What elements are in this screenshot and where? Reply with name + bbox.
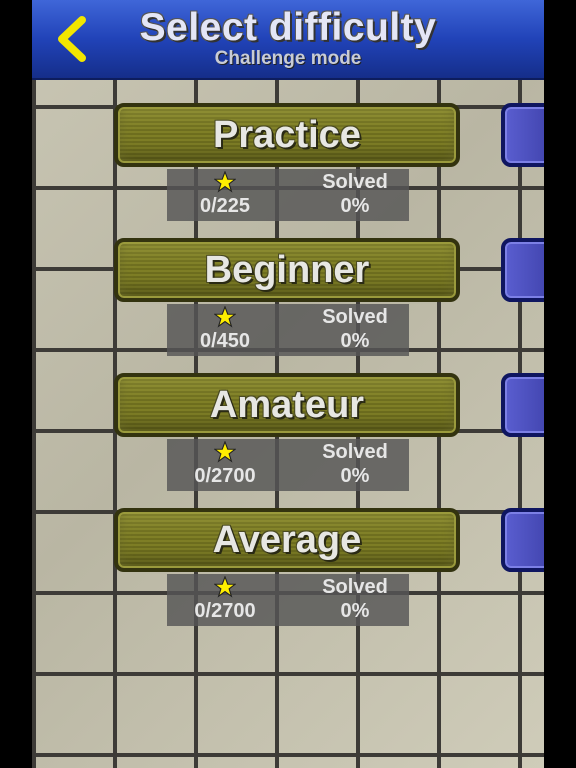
solved-percent: 0% bbox=[340, 600, 370, 622]
page-subtitle: Challenge mode bbox=[214, 48, 362, 69]
star-icon bbox=[214, 306, 236, 328]
solved-percent: 0% bbox=[340, 330, 370, 352]
average-button[interactable]: Average bbox=[114, 508, 460, 572]
stars-count: 0/2700 bbox=[194, 465, 256, 487]
level-stats: 0/2700 Solved 0% bbox=[167, 574, 409, 626]
stars-count: 0/2700 bbox=[194, 600, 256, 622]
level-row-beginner: Beginner 0/450 Solved 0% bbox=[32, 238, 544, 368]
amateur-side-button[interactable] bbox=[501, 373, 544, 437]
level-label: Amateur bbox=[209, 383, 365, 426]
star-icon bbox=[214, 441, 236, 463]
level-row-average: Average 0/2700 Solved 0% bbox=[32, 508, 544, 638]
star-icon bbox=[214, 576, 236, 598]
beginner-side-button[interactable] bbox=[501, 238, 544, 302]
level-label: Average bbox=[212, 518, 362, 561]
solved-label: Solved bbox=[322, 171, 388, 193]
level-label: Beginner bbox=[204, 248, 370, 291]
page-title: Select difficulty bbox=[139, 6, 437, 49]
average-side-button[interactable] bbox=[501, 508, 544, 572]
level-stats: 0/2700 Solved 0% bbox=[167, 439, 409, 491]
level-row-practice: Practice 0/225 Solved 0% bbox=[32, 103, 544, 233]
amateur-button[interactable]: Amateur bbox=[114, 373, 460, 437]
stars-count: 0/450 bbox=[199, 330, 251, 352]
practice-side-button[interactable] bbox=[501, 103, 544, 167]
solved-label: Solved bbox=[322, 576, 388, 598]
solved-percent: 0% bbox=[340, 465, 370, 487]
level-stats: 0/450 Solved 0% bbox=[167, 304, 409, 356]
header-bar: Select difficulty Challenge mode bbox=[32, 0, 544, 80]
solved-label: Solved bbox=[322, 441, 388, 463]
solved-percent: 0% bbox=[340, 195, 370, 217]
level-row-amateur: Amateur 0/2700 Solved 0% bbox=[32, 373, 544, 503]
star-icon bbox=[214, 171, 236, 193]
beginner-button[interactable]: Beginner bbox=[114, 238, 460, 302]
practice-button[interactable]: Practice bbox=[114, 103, 460, 167]
solved-label: Solved bbox=[322, 306, 388, 328]
game-screen: Select difficulty Challenge mode Practic… bbox=[32, 0, 544, 768]
level-label: Practice bbox=[213, 113, 361, 156]
level-stats: 0/225 Solved 0% bbox=[167, 169, 409, 221]
stars-count: 0/225 bbox=[199, 195, 251, 217]
